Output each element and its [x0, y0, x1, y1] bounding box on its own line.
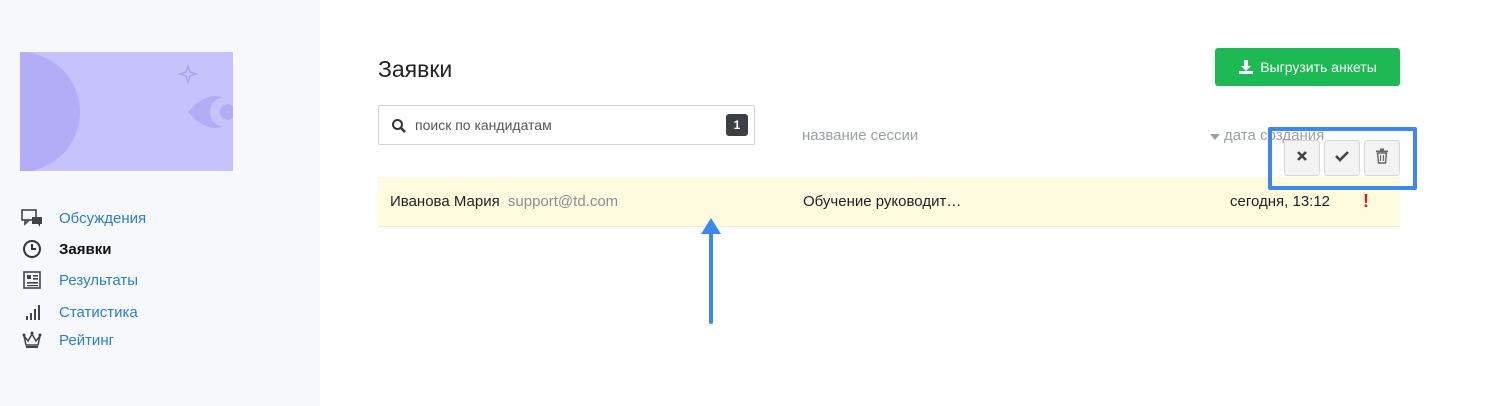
sidebar-item-rating[interactable]: Рейтинг	[20, 328, 280, 352]
download-icon	[1238, 59, 1254, 75]
page-title: Заявки	[378, 56, 453, 82]
banner-image	[20, 52, 233, 171]
created-date: сегодня, 13:12	[1230, 193, 1331, 210]
search-input[interactable]	[415, 114, 715, 136]
reject-button[interactable]	[1284, 140, 1320, 176]
table-row[interactable]: Иванова Мария support@td.com Обучение ру…	[378, 177, 1400, 227]
trash-icon	[1375, 148, 1389, 169]
delete-button[interactable]	[1364, 140, 1400, 176]
result-count-badge: 1	[726, 114, 748, 136]
search-icon	[391, 118, 407, 139]
pointer-arrow-icon	[701, 218, 721, 324]
sort-caret-icon	[1210, 133, 1220, 140]
chat-bubbles-icon	[20, 206, 44, 230]
sidebar-item-label: Заявки	[59, 240, 112, 258]
candidate-name: Иванова Мария	[390, 193, 500, 210]
eye-illustration-icon	[20, 52, 233, 171]
approve-button[interactable]	[1324, 140, 1360, 176]
sidebar-item-label: Статистика	[59, 303, 138, 321]
sidebar-item-statistics[interactable]: Статистика	[20, 300, 280, 324]
sidebar-item-discussions[interactable]: Обсуждения	[20, 206, 280, 230]
results-table-icon	[20, 268, 44, 292]
sidebar-item-label: Рейтинг	[59, 331, 115, 349]
sidebar: Обсуждения Заявки Результаты Статистика …	[0, 0, 320, 406]
candidate-email: support@td.com	[507, 193, 619, 210]
candidate-search: 1	[378, 105, 755, 145]
bar-chart-icon	[20, 300, 44, 324]
clock-icon	[20, 237, 44, 261]
session-name: Обучение руководит…	[803, 193, 962, 210]
sidebar-item-results[interactable]: Результаты	[20, 268, 280, 292]
export-button-label: Выгрузить анкеты	[1260, 59, 1377, 75]
close-icon	[1296, 149, 1308, 167]
crown-icon	[20, 328, 44, 352]
column-header-session[interactable]: название сессии	[802, 127, 918, 144]
check-icon	[1335, 149, 1349, 167]
export-forms-button[interactable]: Выгрузить анкеты	[1215, 48, 1400, 86]
alert-icon: !	[1363, 191, 1369, 211]
candidate-cell: Иванова Мария support@td.com	[390, 193, 618, 210]
sidebar-item-applications[interactable]: Заявки	[20, 237, 280, 261]
sidebar-item-label: Результаты	[59, 271, 138, 289]
sidebar-item-label: Обсуждения	[59, 209, 147, 227]
